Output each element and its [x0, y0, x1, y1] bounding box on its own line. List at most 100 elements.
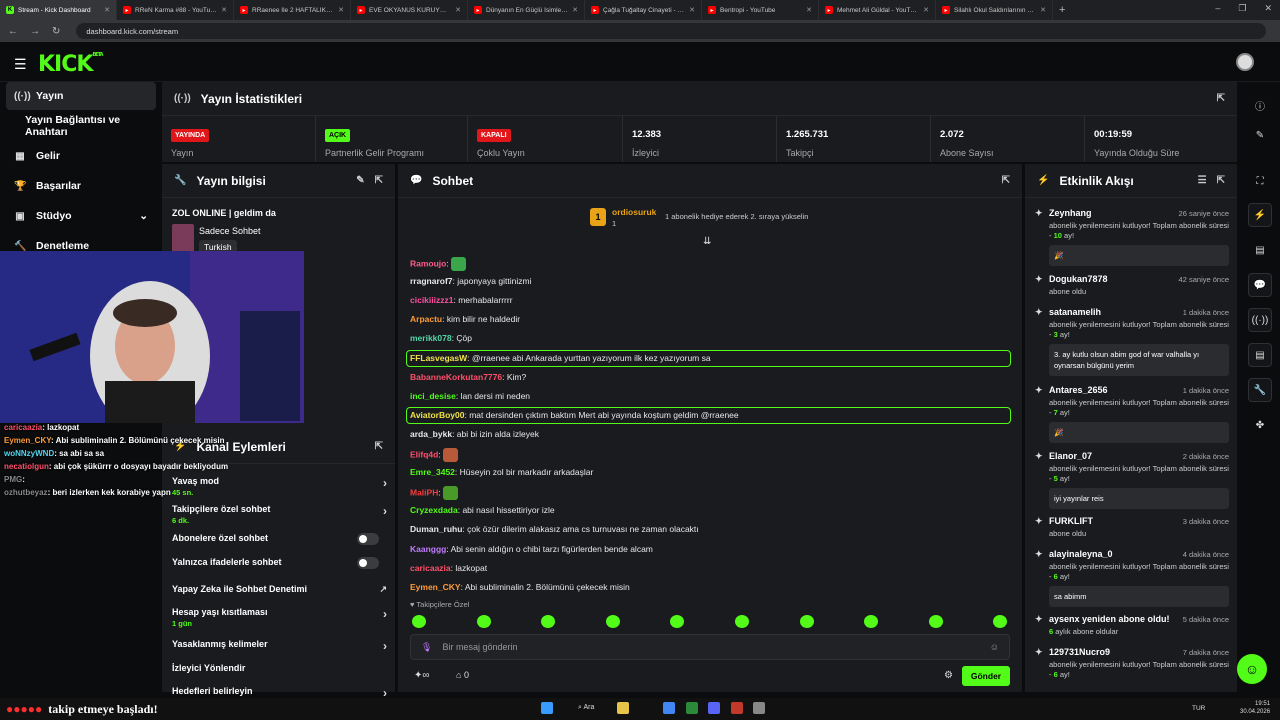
chat-username[interactable]: AviatorBoy00 [410, 410, 464, 420]
taskbar-app-icon[interactable] [730, 702, 743, 714]
chat-username[interactable]: merikk078 [410, 333, 452, 343]
layout-icon[interactable]: ▤ [1248, 343, 1272, 367]
chat-username[interactable]: Cryzexdada [410, 505, 458, 515]
chat-input[interactable]: 🎙 Bir mesaj gönderin ☺ [410, 634, 1010, 660]
close-tab-icon[interactable]: ✕ [338, 6, 344, 14]
close-tab-icon[interactable]: ✕ [1040, 6, 1046, 14]
taskbar-app-icon[interactable] [708, 702, 720, 714]
channel-action-item[interactable]: Yapay Zeka ile Sohbet Denetimi ↗ [172, 584, 387, 594]
close-tab-icon[interactable]: ✕ [572, 6, 578, 14]
chat-username[interactable]: BabanneKorkutan7776 [410, 372, 502, 382]
emote-button[interactable] [605, 615, 620, 628]
sidebar-item[interactable]: 🏆 Başarılar [6, 172, 156, 200]
chat-username[interactable]: cicikiiizzz1 [410, 295, 453, 305]
channel-action-item[interactable]: Yalnızca ifadelerle sohbet [172, 557, 387, 569]
chevron-right-icon[interactable]: › [383, 476, 387, 490]
taskbar-search[interactable]: ⌕ Ara [578, 704, 594, 712]
scroll-down-icon[interactable]: ⇊ [703, 236, 711, 247]
sidebar-item[interactable]: ▣ Stüdyo ⌄ [6, 202, 156, 230]
taskbar-app-icon[interactable] [753, 702, 765, 714]
chat-username[interactable]: Kaanggg [410, 544, 446, 554]
emote-button[interactable] [476, 615, 491, 628]
menu-icon[interactable]: ☰ [14, 56, 27, 73]
emote-button[interactable] [799, 615, 814, 628]
chat-username[interactable]: caricaazia [410, 563, 451, 573]
sidebar-item[interactable]: ▦ Gelir [6, 142, 156, 170]
channel-action-item[interactable]: Abonelere özel sohbet [172, 533, 387, 545]
close-tab-icon[interactable]: ✕ [806, 6, 812, 14]
close-tab-icon[interactable]: ✕ [689, 6, 695, 14]
broadcast-icon[interactable]: ((·)) [1248, 308, 1272, 332]
cluster-icon[interactable]: ✤ [1248, 413, 1272, 437]
edit-icon[interactable]: ✎ [356, 175, 364, 186]
edit-icon[interactable]: ✎ [1248, 123, 1272, 147]
chat-username[interactable]: Emre_3452 [410, 467, 455, 477]
support-icon[interactable]: ☺ [1237, 654, 1267, 684]
emote-button[interactable] [928, 615, 943, 628]
close-tab-icon[interactable]: ✕ [221, 6, 227, 14]
back-icon[interactable]: ← [8, 26, 18, 37]
chat-username[interactable]: rragnarof7 [410, 276, 453, 286]
toggle-switch[interactable] [357, 557, 379, 569]
browser-tab[interactable]: ▸ Çağla Tuğaltay Cinayeti - 25 Yı ✕ [585, 0, 702, 20]
taskbar-app-icon[interactable] [541, 702, 553, 714]
maximize-icon[interactable]: ❐ [1238, 3, 1246, 14]
emote-button[interactable] [735, 615, 749, 628]
chat-icon[interactable]: 💬 [1248, 273, 1272, 297]
popout-icon[interactable]: ⇱ [375, 441, 383, 452]
gift-leader-name[interactable]: ordiosuruk [612, 207, 656, 217]
minimize-icon[interactable]: – [1215, 3, 1220, 14]
channel-action-item[interactable]: İzleyici Yönlendir [172, 663, 387, 673]
avatar[interactable] [1236, 53, 1254, 71]
emote-button[interactable] [412, 615, 426, 628]
chat-username[interactable]: Arpactu [410, 314, 442, 324]
close-tab-icon[interactable]: ✕ [923, 6, 929, 14]
browser-tab[interactable]: ▸ RRaenee İle 2 HAFTALIK KOMİ ✕ [234, 0, 351, 20]
url-field[interactable]: dashboard.kick.com/stream [76, 23, 1267, 39]
chat-username[interactable]: Eymen_CKY [410, 582, 461, 592]
browser-tab[interactable]: K Stream - Kick Dashboard ✕ [0, 0, 117, 20]
browser-tab[interactable]: ▸ EVE OKYANUS KURUYORUZ Bİ ✕ [351, 0, 468, 20]
chat-username[interactable]: inci_desise [410, 391, 456, 401]
channel-action-item[interactable]: Yasaklanmış kelimeler › [172, 639, 387, 653]
chat-username[interactable]: MaliPH [410, 487, 438, 497]
chevron-right-icon[interactable]: › [383, 607, 387, 621]
external-link-icon[interactable]: ↗ [379, 584, 387, 595]
sidebar-item[interactable]: 🔨 Denetleme [6, 232, 156, 260]
settings-icon[interactable]: ⚙ [944, 670, 953, 681]
wrench-icon[interactable]: 🔧 [1248, 378, 1272, 402]
sidebar-item[interactable]: Yayın Bağlantısı ve Anahtarı [6, 112, 156, 140]
chat-username[interactable]: arda_bykk [410, 429, 452, 439]
emoji-icon[interactable]: ☺ [990, 642, 999, 652]
sidebar-item[interactable]: ((·)) Yayın [6, 82, 156, 110]
browser-tab[interactable]: ▸ Silahlı Okul Saldırılarının Sebebi ✕ [936, 0, 1053, 20]
send-button[interactable]: Gönder [962, 666, 1010, 686]
chevron-right-icon[interactable]: › [383, 504, 387, 518]
expand-icon[interactable]: ⛶ [1248, 169, 1272, 193]
lightning-icon[interactable]: ⚡ [1248, 203, 1272, 227]
reload-icon[interactable]: ↻ [52, 26, 60, 37]
close-tab-icon[interactable]: ✕ [104, 6, 110, 14]
channel-points-icon[interactable]: ✦∞ [414, 670, 430, 681]
chat-username[interactable]: Elifq4d [410, 449, 438, 459]
close-icon[interactable]: ✕ [1264, 3, 1272, 14]
kick-logo[interactable]: KICKBETA [38, 52, 104, 77]
note-icon[interactable]: ▤ [1248, 238, 1272, 262]
chat-username[interactable]: Duman_ruhu [410, 524, 462, 534]
toggle-switch[interactable] [357, 533, 379, 545]
new-tab-icon[interactable]: + [1059, 4, 1065, 16]
chevron-down-icon[interactable]: ⌄ [139, 210, 148, 222]
filter-icon[interactable]: ☰ [1198, 175, 1207, 186]
taskbar-app-icon[interactable] [685, 702, 698, 714]
browser-tab[interactable]: ▸ RReN Karma #88 - YouTube ✕ [117, 0, 234, 20]
browser-tab[interactable]: ▸ Dünyanın En Güçlü İsimleri Bu İ ✕ [468, 0, 585, 20]
taskbar-app-icon[interactable] [617, 702, 629, 714]
browser-tab[interactable]: ▸ Bentropi - YouTube ✕ [702, 0, 819, 20]
popout-icon[interactable]: ⇱ [1002, 175, 1010, 186]
close-tab-icon[interactable]: ✕ [455, 6, 461, 14]
taskbar-app-icon[interactable] [663, 702, 675, 714]
popout-icon[interactable]: ⇱ [375, 175, 383, 186]
chat-username[interactable]: Ramoujo [410, 258, 446, 268]
browser-tab[interactable]: ▸ Mehmet Ali Güldal - YouTube ✕ [819, 0, 936, 20]
popout-icon[interactable]: ⇱ [1217, 175, 1225, 186]
